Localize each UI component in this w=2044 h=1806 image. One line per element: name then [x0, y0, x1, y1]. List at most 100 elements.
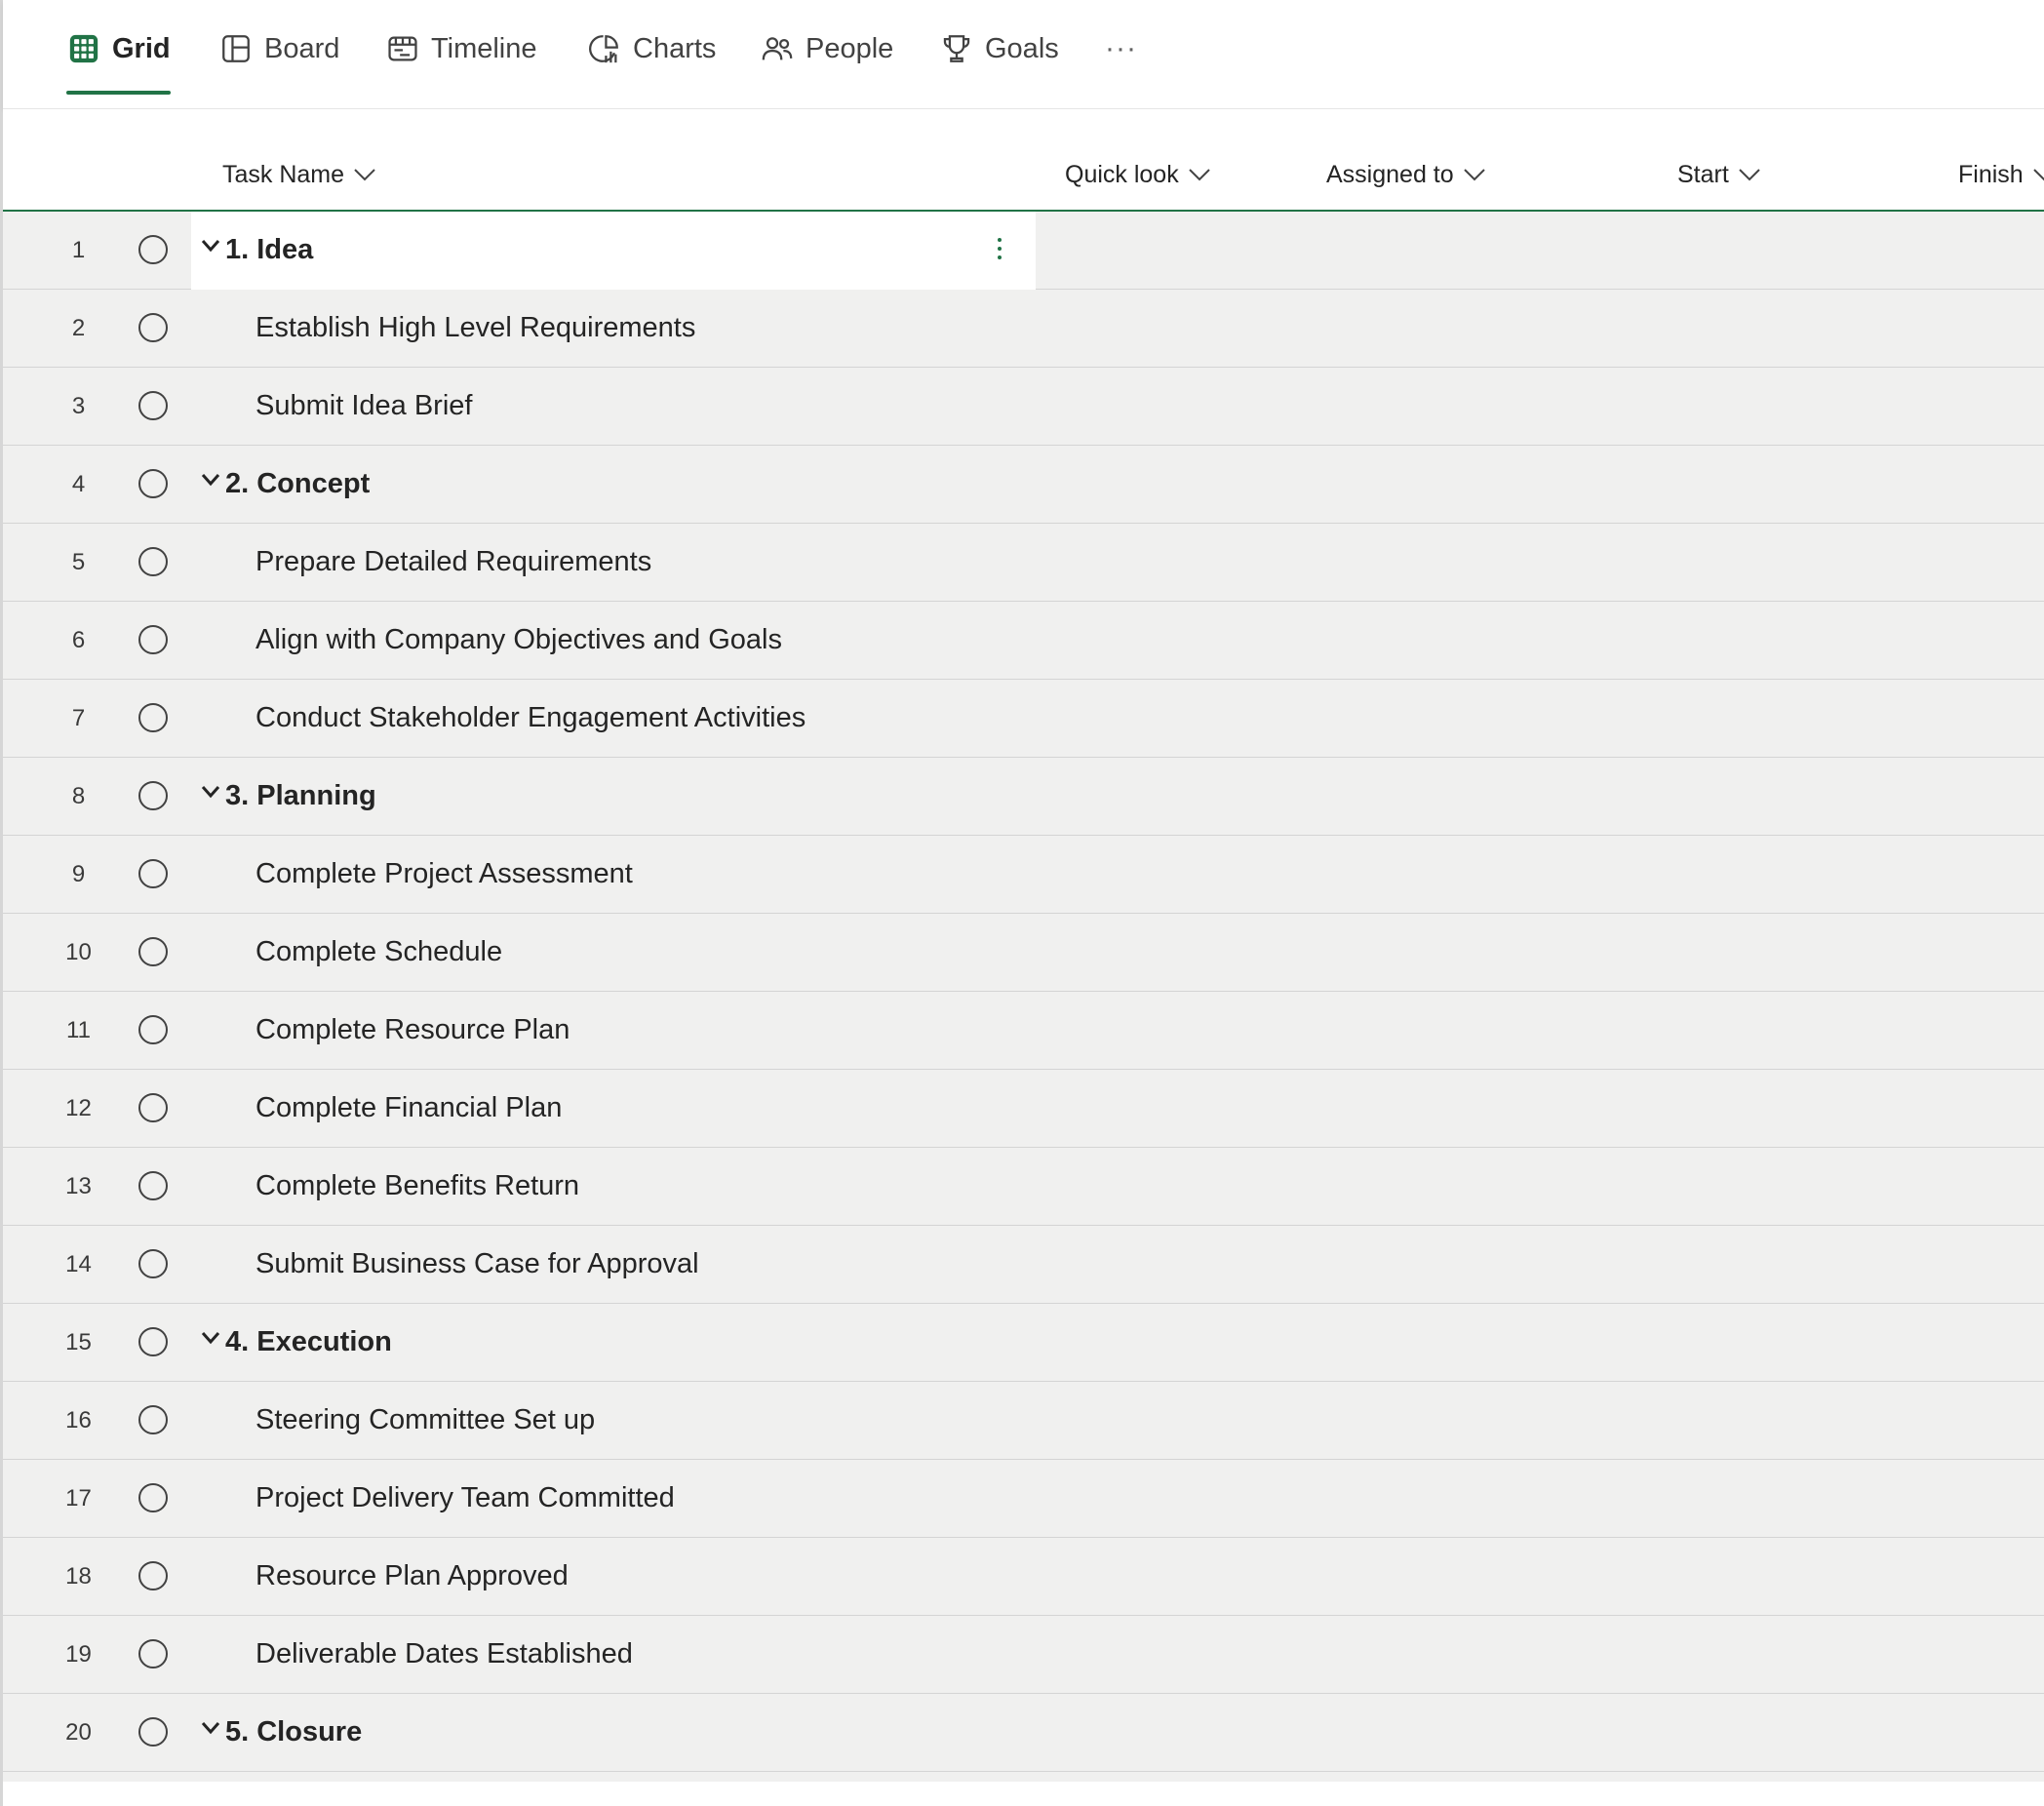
- task-row[interactable]: 1 1. Idea: [3, 212, 2044, 290]
- complete-task-checkbox[interactable]: [138, 859, 168, 888]
- row-number: 1: [71, 236, 86, 263]
- task-row[interactable]: 14 Submit Business Case for Approval: [3, 1226, 2044, 1304]
- tab-charts-label: Charts: [633, 32, 717, 64]
- tab-timeline[interactable]: Timeline: [386, 0, 537, 98]
- chevron-down-icon: [1189, 169, 1210, 181]
- complete-task-checkbox[interactable]: [138, 391, 168, 420]
- row-number: 17: [65, 1484, 92, 1512]
- collapse-chevron-icon[interactable]: [200, 472, 221, 488]
- charts-icon: [589, 35, 618, 63]
- column-header-task-name[interactable]: Task Name: [222, 155, 377, 194]
- task-row[interactable]: 8 3. Planning: [3, 758, 2044, 836]
- complete-task-checkbox[interactable]: [138, 547, 168, 576]
- task-row[interactable]: 5 Prepare Detailed Requirements: [3, 524, 2044, 602]
- row-number: 16: [65, 1406, 92, 1433]
- row-number: 2: [71, 314, 86, 341]
- complete-task-checkbox[interactable]: [138, 625, 168, 654]
- active-tab-indicator: [66, 91, 171, 95]
- tab-people-label: People: [806, 32, 894, 64]
- task-name: Align with Company Objectives and Goals: [256, 624, 782, 655]
- more-tabs-button[interactable]: ···: [1105, 0, 1137, 98]
- grid-icon: [69, 34, 98, 63]
- complete-task-checkbox[interactable]: [138, 235, 168, 264]
- task-name: 4. Execution: [225, 1326, 392, 1357]
- task-row[interactable]: 4 2. Concept: [3, 446, 2044, 524]
- task-row[interactable]: 9 Complete Project Assessment: [3, 836, 2044, 914]
- complete-task-checkbox[interactable]: [138, 1717, 168, 1747]
- task-name: Submit Idea Brief: [256, 390, 473, 421]
- task-name: Steering Committee Set up: [256, 1404, 596, 1435]
- row-number: 19: [65, 1640, 92, 1668]
- row-number: 14: [65, 1250, 92, 1277]
- task-row[interactable]: 12 Complete Financial Plan: [3, 1070, 2044, 1148]
- complete-task-checkbox[interactable]: [138, 1639, 168, 1669]
- column-header-finish[interactable]: Finish: [1958, 155, 2044, 194]
- timeline-icon: [388, 36, 417, 61]
- task-name: Establish High Level Requirements: [256, 312, 696, 343]
- more-options-icon[interactable]: [993, 233, 1006, 268]
- trophy-icon: [943, 35, 970, 62]
- collapse-chevron-icon[interactable]: [200, 784, 221, 800]
- tab-board[interactable]: Board: [219, 0, 339, 98]
- complete-task-checkbox[interactable]: [138, 469, 168, 498]
- task-row[interactable]: 10 Complete Schedule: [3, 914, 2044, 992]
- collapse-chevron-icon[interactable]: [200, 1720, 221, 1736]
- collapse-chevron-icon[interactable]: [200, 238, 221, 254]
- task-row[interactable]: 15 4. Execution: [3, 1304, 2044, 1382]
- column-header-finish-label: Finish: [1958, 160, 2024, 188]
- complete-task-checkbox[interactable]: [138, 781, 168, 810]
- row-number: 12: [65, 1094, 92, 1121]
- complete-task-checkbox[interactable]: [138, 1171, 168, 1200]
- column-header-quick-look-label: Quick look: [1065, 160, 1179, 188]
- task-name-cell[interactable]: 1. Idea: [191, 212, 1036, 290]
- row-number: 7: [71, 704, 86, 731]
- column-header-start[interactable]: Start: [1677, 155, 1762, 194]
- row-number: 13: [65, 1172, 92, 1199]
- column-header-task-name-label: Task Name: [222, 160, 345, 188]
- tab-goals[interactable]: Goals: [940, 0, 1059, 98]
- task-row[interactable]: 7 Conduct Stakeholder Engagement Activit…: [3, 680, 2044, 758]
- row-number: 6: [71, 626, 86, 653]
- task-name: Conduct Stakeholder Engagement Activitie…: [256, 702, 806, 733]
- complete-task-checkbox[interactable]: [138, 1561, 168, 1590]
- row-number: 11: [66, 1016, 91, 1043]
- complete-task-checkbox[interactable]: [138, 313, 168, 342]
- column-header-assigned-to-label: Assigned to: [1326, 160, 1454, 188]
- task-row[interactable]: 13 Complete Benefits Return: [3, 1148, 2044, 1226]
- task-row[interactable]: 3 Submit Idea Brief: [3, 368, 2044, 446]
- row-number: 5: [71, 548, 86, 575]
- task-row[interactable]: 16 Steering Committee Set up: [3, 1382, 2044, 1460]
- task-row[interactable]: 20 5. Closure: [3, 1694, 2044, 1772]
- tab-people[interactable]: People: [761, 0, 893, 98]
- task-row[interactable]: 17 Project Delivery Team Committed: [3, 1460, 2044, 1538]
- task-row[interactable]: 11 Complete Resource Plan: [3, 992, 2044, 1070]
- complete-task-checkbox[interactable]: [138, 1405, 168, 1434]
- complete-task-checkbox[interactable]: [138, 1249, 168, 1278]
- task-name: Complete Resource Plan: [256, 1014, 570, 1045]
- tab-grid-label: Grid: [112, 32, 171, 64]
- complete-task-checkbox[interactable]: [138, 1483, 168, 1512]
- task-row[interactable]: 19 Deliverable Dates Established: [3, 1616, 2044, 1694]
- complete-task-checkbox[interactable]: [138, 1015, 168, 1044]
- complete-task-checkbox[interactable]: [138, 1093, 168, 1122]
- collapse-chevron-icon[interactable]: [200, 1330, 221, 1346]
- task-name: Complete Project Assessment: [256, 858, 633, 889]
- column-header-quick-look[interactable]: Quick look: [1065, 155, 1212, 194]
- column-header-assigned-to[interactable]: Assigned to: [1326, 155, 1487, 194]
- tab-charts[interactable]: Charts: [588, 0, 716, 98]
- task-name: Prepare Detailed Requirements: [256, 546, 652, 577]
- complete-task-checkbox[interactable]: [138, 1327, 168, 1356]
- complete-task-checkbox[interactable]: [138, 937, 168, 966]
- tab-grid[interactable]: Grid: [67, 0, 171, 98]
- task-name: Complete Benefits Return: [256, 1170, 580, 1201]
- task-row[interactable]: 6 Align with Company Objectives and Goal…: [3, 602, 2044, 680]
- task-row[interactable]: 18 Resource Plan Approved: [3, 1538, 2044, 1616]
- row-number: 8: [71, 782, 86, 809]
- task-name: 1. Idea: [225, 234, 314, 265]
- task-name: 2. Concept: [225, 468, 371, 499]
- task-name: Complete Schedule: [256, 936, 503, 967]
- task-row[interactable]: 2 Establish High Level Requirements: [3, 290, 2044, 368]
- complete-task-checkbox[interactable]: [138, 703, 168, 732]
- task-name: Deliverable Dates Established: [256, 1638, 633, 1669]
- tab-timeline-label: Timeline: [431, 32, 537, 64]
